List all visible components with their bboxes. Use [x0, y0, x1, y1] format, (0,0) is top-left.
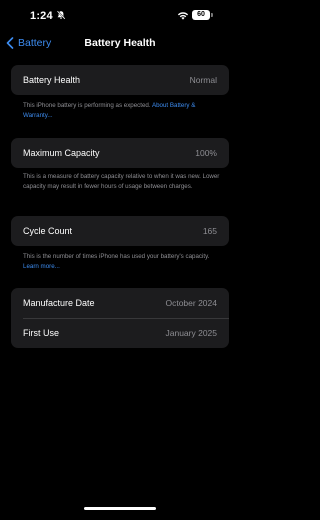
maximum-capacity-row: Maximum Capacity 100% [11, 138, 229, 168]
learn-more-link[interactable]: Learn more... [23, 263, 60, 270]
cycle-count-value: 165 [202, 226, 217, 236]
first-use-row: First Use January 2025 [11, 318, 229, 348]
first-use-label: First Use [23, 328, 59, 338]
maximum-capacity-label: Maximum Capacity [23, 148, 100, 158]
maximum-capacity-footnote: This is a measure of battery capacity re… [23, 173, 220, 190]
battery-health-label: Battery Health [23, 75, 81, 85]
cycle-count-row: Cycle Count 165 [11, 216, 229, 246]
status-time: 1:24 [30, 10, 53, 22]
battery-health-footnote-text: This iPhone battery is performing as exp… [23, 102, 152, 109]
battery-health-footnote: This iPhone battery is performing as exp… [23, 101, 223, 120]
cycle-count-footnote: This is the number of times iPhone has u… [23, 252, 223, 271]
status-bar: 1:24 60 [0, 0, 240, 30]
navigation-bar: Battery Battery Health [0, 30, 240, 56]
battery-health-value: Normal [189, 75, 217, 85]
maximum-capacity-value: 100% [195, 148, 217, 158]
maximum-capacity-group: Maximum Capacity 100% [11, 138, 229, 168]
manufacture-date-label: Manufacture Date [23, 298, 95, 308]
cycle-count-group: Cycle Count 165 [11, 216, 229, 246]
manufacture-date-row: Manufacture Date October 2024 [11, 288, 229, 318]
wifi-icon [177, 12, 189, 20]
cycle-count-label: Cycle Count [23, 226, 73, 236]
cycle-count-footnote-text: This is the number of times iPhone has u… [23, 253, 210, 260]
battery-health-group: Battery Health Normal [11, 65, 229, 95]
dates-group: Manufacture Date October 2024 First Use … [11, 288, 229, 348]
page-title: Battery Health [84, 37, 156, 49]
manufacture-date-value: October 2024 [165, 298, 217, 308]
first-use-value: January 2025 [165, 328, 217, 338]
home-indicator[interactable] [84, 507, 156, 510]
silent-mode-bell-icon [56, 10, 66, 20]
battery-nub [211, 13, 213, 17]
battery-health-row: Battery Health Normal [11, 65, 229, 95]
row-divider [23, 318, 229, 319]
battery-level-indicator: 60 [192, 10, 210, 20]
